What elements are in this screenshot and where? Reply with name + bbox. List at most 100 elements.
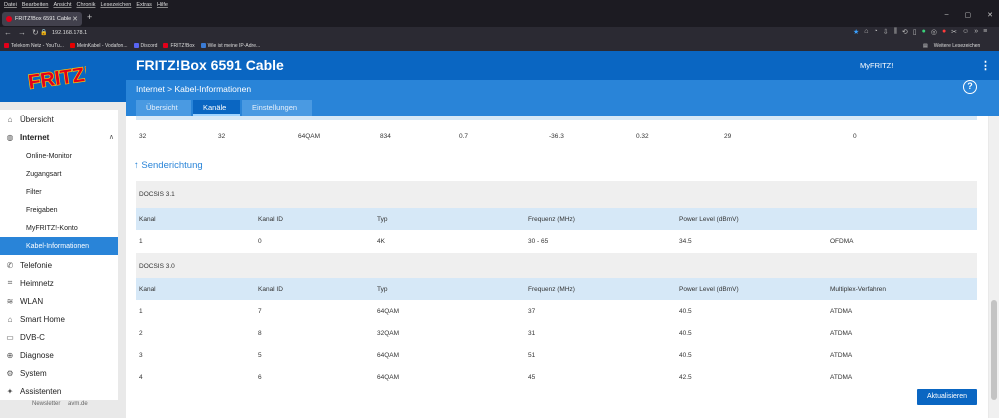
- screenshot-icon[interactable]: ✂: [951, 28, 957, 36]
- docsis30-group: DOCSIS 3.0: [136, 253, 977, 280]
- browser-navbar: ← → ↻ 🔒 192.168.178.1 ★ ⌂ ◔ ⇩ ⫼ ⟲ ▯ ● ◎ …: [0, 27, 999, 40]
- sidebar-item[interactable]: ▭ DVB-C: [0, 328, 118, 346]
- diagnose-icon: ⊕: [6, 350, 14, 360]
- sidebar-item[interactable]: ◍ Internet ∧: [0, 128, 118, 146]
- tab-einstellungen[interactable]: Einstellungen: [242, 100, 312, 116]
- docsis30-header-row: Kanal Kanal ID Typ Frequenz (MHz) Power Leve…: [136, 278, 977, 300]
- other-bookmarks[interactable]: ▤ Weitere Lesezeichen: [919, 40, 999, 51]
- kebab-menu-icon[interactable]: ⋮: [980, 59, 991, 72]
- hamburger-menu-icon[interactable]: ≡: [983, 28, 987, 36]
- table-cell: 40.5: [679, 352, 692, 359]
- pocket-icon[interactable]: ◔: [874, 28, 878, 36]
- home-button-icon[interactable]: ⌂: [864, 28, 868, 36]
- bookmark-item[interactable]: Telekom Netz - YouTu...: [4, 43, 64, 49]
- myfritz-link[interactable]: MyFRITZ!: [860, 61, 893, 70]
- refresh-button[interactable]: Aktualisieren: [917, 389, 977, 405]
- help-icon[interactable]: ?: [963, 80, 977, 94]
- sidebar-item[interactable]: ⌗ Heimnetz: [0, 274, 118, 292]
- section-title[interactable]: ↑ Senderichtung: [134, 160, 203, 171]
- url-text: 192.168.178.1: [52, 30, 88, 36]
- bookmark-item[interactable]: MeinKabel - Vodafon...: [69, 43, 128, 49]
- table-cell: 4K: [377, 238, 385, 245]
- table-cell: 64QAM: [298, 133, 321, 140]
- sidebar-item[interactable]: Freigaben: [0, 201, 118, 219]
- tab-uebersicht[interactable]: Übersicht: [136, 100, 191, 116]
- forward-icon[interactable]: →: [18, 28, 26, 37]
- scrollbar-thumb[interactable]: [991, 300, 997, 400]
- url-bar[interactable]: 🔒 192.168.178.1: [38, 29, 848, 38]
- sidebar-item[interactable]: ✆ Telefonie: [0, 256, 118, 274]
- new-tab-icon[interactable]: +: [87, 12, 92, 22]
- sidebar-item[interactable]: MyFRITZ!-Konto: [0, 219, 118, 237]
- back-icon[interactable]: ←: [4, 28, 12, 37]
- sidebar-item-label: Heimnetz: [20, 278, 54, 288]
- menu-item[interactable]: Chronik: [77, 2, 96, 8]
- table-cell: ATDMA: [830, 308, 853, 315]
- download-icon[interactable]: ⇩: [883, 28, 889, 36]
- smarthome-icon: ⌂: [7, 314, 13, 324]
- table-cell: ATDMA: [830, 352, 853, 359]
- tab-bar: Übersicht Kanäle Einstellungen: [136, 100, 312, 116]
- sidebar-footer: Newsletter avm.de: [0, 400, 118, 418]
- newsletter-link[interactable]: Newsletter: [32, 401, 60, 407]
- table-cell: 32: [139, 133, 147, 140]
- menu-item[interactable]: Hilfe: [157, 2, 168, 8]
- minimize-icon[interactable]: –: [945, 11, 949, 19]
- bookmark-favicon-icon: [200, 43, 206, 48]
- bookmark-item[interactable]: FRITZ!Box: [163, 43, 195, 49]
- docsis31-header-row: Kanal Kanal ID Typ Frequenz (MHz) Power Leve…: [136, 208, 977, 230]
- menu-item[interactable]: Ansicht: [53, 2, 71, 8]
- fritz-logo-icon[interactable]: FRITZ!: [26, 59, 86, 97]
- menu-item[interactable]: Datei: [4, 2, 17, 8]
- account-icon[interactable]: ☺: [962, 28, 969, 36]
- sidebar-item[interactable]: ⚙ System: [0, 364, 118, 382]
- sidebar-item[interactable]: ✦ Assistenten: [0, 383, 118, 400]
- sidebar-item-label: Smart Home: [20, 314, 65, 324]
- menu-item[interactable]: Lesezeichen: [100, 2, 131, 8]
- table-cell: Kanal: [139, 286, 156, 293]
- table-cell: 51: [528, 352, 536, 359]
- phone-icon: ✆: [6, 260, 14, 270]
- table-cell: 42.5: [679, 374, 692, 381]
- fritzbox-favicon-icon: [6, 16, 12, 22]
- folder-icon: ▤: [923, 42, 928, 49]
- sidebar-item[interactable]: ≋ WLAN: [0, 292, 118, 310]
- library-icon[interactable]: ⫼: [894, 28, 897, 36]
- menu-item[interactable]: Extras: [136, 2, 152, 8]
- sidebar-item[interactable]: Online-Monitor: [0, 147, 118, 165]
- bookmark-star-icon[interactable]: ★: [853, 28, 859, 36]
- menu-item[interactable]: Bearbeiten: [22, 2, 49, 8]
- extension-green-icon[interactable]: ●: [922, 28, 926, 36]
- sidebar-item[interactable]: ⌂ Smart Home: [0, 310, 118, 328]
- sidebar-item[interactable]: Filter: [0, 183, 118, 201]
- chevron-up-icon[interactable]: ∧: [109, 133, 114, 141]
- overflow-icon[interactable]: »: [974, 28, 978, 36]
- table-cell: Typ: [377, 286, 388, 293]
- browser-tab[interactable]: FRITZ!Box 6591 Cable ✕: [2, 12, 82, 26]
- container-icon[interactable]: ▯: [913, 28, 917, 36]
- extension-icon[interactable]: ◎: [931, 28, 937, 36]
- extension-red-icon[interactable]: ●: [942, 28, 946, 36]
- table-cell: 4: [139, 374, 143, 381]
- window-controls: – ▢ ✕: [945, 11, 993, 19]
- bookmark-item[interactable]: Discord: [133, 43, 157, 49]
- bookmarks-toolbar: Telekom Netz - YouTu... MeinKabel - Vodaf…: [0, 40, 999, 51]
- sidebar-item[interactable]: Kabel-Informationen: [0, 237, 118, 255]
- sidebar-item[interactable]: ⌂ Übersicht: [0, 110, 118, 128]
- sync-icon[interactable]: ⟲: [902, 28, 908, 36]
- avm-link[interactable]: avm.de: [68, 401, 88, 407]
- sidebar-item-label: Freigaben: [26, 206, 58, 214]
- bookmark-item[interactable]: Wie ist meine IP-Adre...: [200, 43, 260, 49]
- table-cell: Frequenz (MHz): [528, 286, 575, 293]
- sidebar-item[interactable]: Zugangsart: [0, 165, 118, 183]
- close-window-icon[interactable]: ✕: [987, 11, 993, 19]
- table-cell: 30 - 65: [528, 238, 549, 245]
- close-tab-icon[interactable]: ✕: [72, 15, 78, 23]
- table-cell: 34.5: [679, 238, 692, 245]
- table-cell: Kanal: [139, 216, 156, 223]
- tab-kanaele[interactable]: Kanäle: [193, 100, 240, 116]
- sidebar-item[interactable]: ⊕ Diagnose: [0, 346, 118, 364]
- table-cell: Multiplex-Verfahren: [830, 286, 886, 293]
- maximize-icon[interactable]: ▢: [965, 11, 972, 19]
- table-row: 2 8 32QAM 31 40.5 ATDMA: [136, 322, 977, 344]
